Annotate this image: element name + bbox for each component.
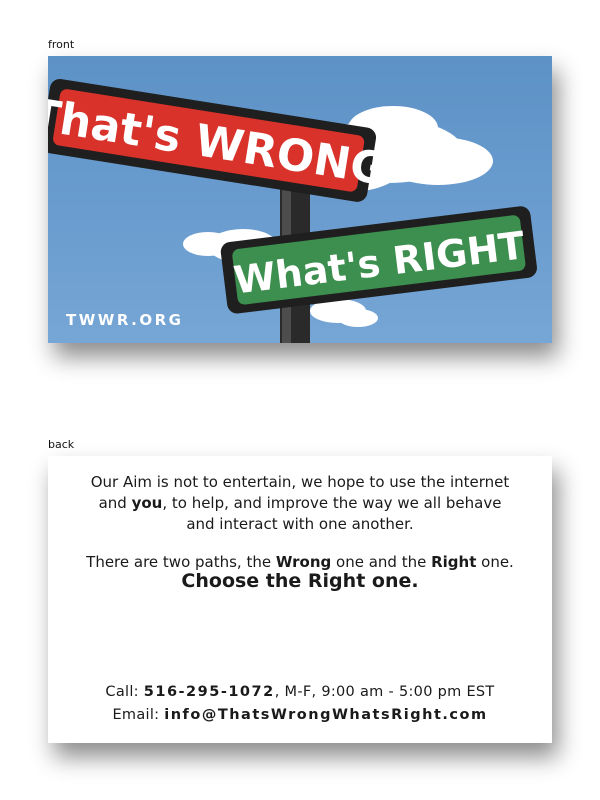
front-label: front	[48, 38, 75, 51]
wrong-sign: That's WRONG	[48, 78, 390, 202]
aim-you: you	[131, 494, 163, 512]
phone-number: 516-295-1072	[143, 684, 275, 700]
call-to-action: Choose the Right one.	[181, 570, 419, 592]
card-front: That's WRONG What's RIGHT TWWR.ORG	[48, 56, 552, 343]
website-url: TWWR.ORG	[66, 311, 184, 329]
aim-line-3: and interact with one another.	[186, 515, 414, 533]
wrong-word: Wrong	[275, 553, 332, 571]
aim-line-2: and you, to help, and improve the way we…	[98, 494, 502, 512]
email-address: info@ThatsWrongWhatsRight.com	[164, 707, 488, 723]
email-line: Email: info@ThatsWrongWhatsRight.com	[112, 707, 488, 723]
aim-paragraph: Our Aim is not to entertain, we hope to …	[48, 472, 552, 535]
aim-line-1: Our Aim is not to entertain, we hope to …	[90, 473, 510, 491]
card-back: Our Aim is not to entertain, we hope to …	[48, 456, 552, 743]
back-label: back	[48, 438, 75, 451]
street-sign-illustration: That's WRONG What's RIGHT	[48, 78, 537, 343]
right-sign: What's RIGHT	[220, 206, 537, 314]
call-line: Call: 516-295-1072, M-F, 9:00 am - 5:00 …	[105, 684, 495, 700]
right-word: Right	[431, 553, 477, 571]
